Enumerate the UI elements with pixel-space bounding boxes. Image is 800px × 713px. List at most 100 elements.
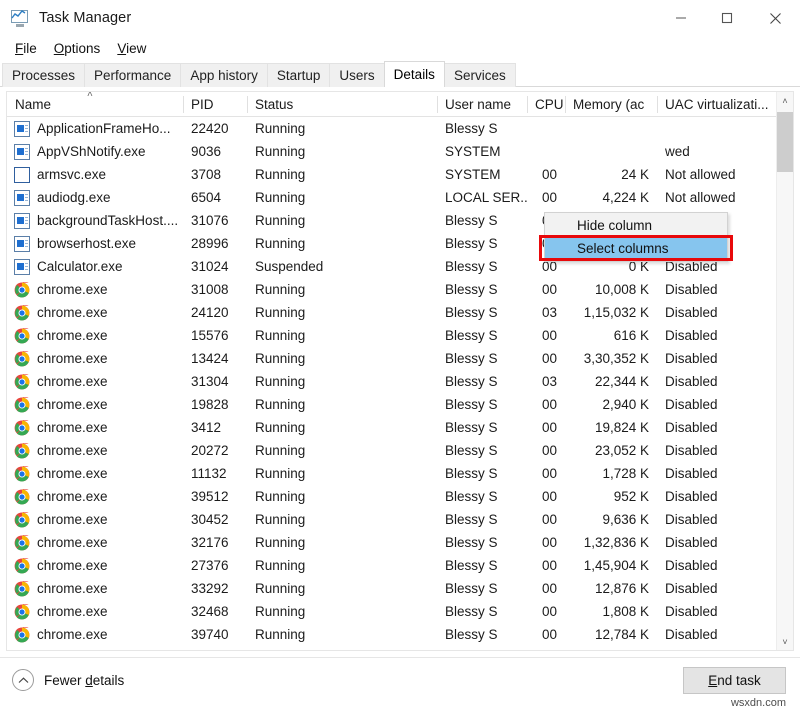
table-row[interactable]: chrome.exe32468RunningBlessy S001,808 KD…	[7, 600, 793, 623]
cell-cpu: 00	[527, 531, 565, 554]
process-name: chrome.exe	[37, 485, 108, 508]
cell-user: Blessy S	[437, 324, 527, 347]
process-name: chrome.exe	[37, 600, 108, 623]
cell-uac: Not allowed	[657, 163, 776, 186]
column-header-pid[interactable]: PID	[183, 92, 247, 117]
table-row[interactable]: chrome.exe30452RunningBlessy S009,636 KD…	[7, 508, 793, 531]
cell-pid: 32468	[183, 600, 247, 623]
chrome-icon	[14, 535, 30, 551]
cell-pid: 30452	[183, 508, 247, 531]
table-row[interactable]: chrome.exe20272RunningBlessy S0023,052 K…	[7, 439, 793, 462]
menu-file[interactable]: File	[8, 39, 45, 58]
scroll-up-arrow-icon[interactable]: ˄	[777, 92, 793, 109]
close-button[interactable]	[750, 0, 800, 36]
cell-name: chrome.exe	[7, 301, 183, 324]
table-row[interactable]: chrome.exe31304RunningBlessy S0322,344 K…	[7, 370, 793, 393]
cell-memory: 23,052 K	[565, 439, 657, 462]
tab-strip: Processes Performance App historyStartupUs…	[0, 60, 800, 87]
cell-cpu: 00	[527, 462, 565, 485]
process-name: chrome.exe	[37, 278, 108, 301]
column-header-user-name[interactable]: User name	[437, 92, 527, 117]
cell-uac: Disabled	[657, 508, 776, 531]
blank-icon	[14, 167, 30, 183]
cell-name: chrome.exe	[7, 439, 183, 462]
table-row[interactable]: chrome.exe19828RunningBlessy S002,940 KD…	[7, 393, 793, 416]
cell-status: Running	[247, 623, 437, 646]
tab-label: Performance	[94, 68, 171, 83]
cell-memory: 24 K	[565, 163, 657, 186]
tab-performance[interactable]: Performance	[84, 63, 181, 87]
fewer-details-button[interactable]: Fewer details	[12, 669, 124, 691]
window-icon	[14, 236, 30, 252]
cell-name: chrome.exe	[7, 393, 183, 416]
table-row[interactable]: chrome.exe3412RunningBlessy S0019,824 KD…	[7, 416, 793, 439]
menu-view[interactable]: View	[110, 39, 154, 58]
table-row[interactable]: armsvc.exe3708RunningSYSTEM0024 KNot all…	[7, 163, 793, 186]
cell-user: SYSTEM	[437, 140, 527, 163]
table-row[interactable]: AppVShNotify.exe9036RunningSYSTEMwed	[7, 140, 793, 163]
column-header-memory[interactable]: Memory (ac	[565, 92, 657, 117]
tab-startup[interactable]: Startup	[267, 63, 331, 87]
chrome-icon	[14, 581, 30, 597]
maximize-button[interactable]	[704, 0, 750, 36]
cell-user: Blessy S	[437, 600, 527, 623]
column-header-name-label: Name	[15, 97, 51, 112]
scrollbar-thumb[interactable]	[777, 112, 793, 172]
task-manager-window: Task Manager File Options View Processes…	[0, 0, 800, 713]
cell-pid: 20272	[183, 439, 247, 462]
cell-cpu: 00	[527, 554, 565, 577]
process-name: audiodg.exe	[37, 186, 111, 209]
table-row[interactable]: chrome.exe31008RunningBlessy S0010,008 K…	[7, 278, 793, 301]
process-name: chrome.exe	[37, 370, 108, 393]
table-row[interactable]: chrome.exe15576RunningBlessy S00616 KDis…	[7, 324, 793, 347]
table-row[interactable]: chrome.exe33292RunningBlessy S0012,876 K…	[7, 577, 793, 600]
minimize-button[interactable]	[658, 0, 704, 36]
table-row[interactable]: chrome.exe32176RunningBlessy S001,32,836…	[7, 531, 793, 554]
vertical-scrollbar[interactable]: ˄ ˅	[776, 92, 793, 650]
cell-pid: 19828	[183, 393, 247, 416]
cell-uac: Disabled	[657, 623, 776, 646]
cell-status: Running	[247, 370, 437, 393]
table-row[interactable]: chrome.exe24120RunningBlessy S031,15,032…	[7, 301, 793, 324]
cell-user: Blessy S	[437, 531, 527, 554]
process-name: chrome.exe	[37, 554, 108, 577]
table-row[interactable]: chrome.exe11132RunningBlessy S001,728 KD…	[7, 462, 793, 485]
column-header-cpu[interactable]: CPU	[527, 92, 565, 117]
window-icon	[14, 121, 30, 137]
scroll-down-arrow-icon[interactable]: ˅	[777, 633, 793, 650]
table-row[interactable]: ApplicationFrameHo...22420RunningBlessy …	[7, 117, 793, 140]
column-header-name[interactable]: Name ˄	[7, 92, 183, 117]
chrome-icon	[14, 466, 30, 482]
cell-memory: 12,876 K	[565, 577, 657, 600]
table-row[interactable]: chrome.exe13424RunningBlessy S003,30,352…	[7, 347, 793, 370]
cell-status: Running	[247, 117, 437, 140]
table-row[interactable]: chrome.exe27376RunningBlessy S001,45,904…	[7, 554, 793, 577]
column-header-status[interactable]: Status	[247, 92, 437, 117]
cell-user: Blessy S	[437, 508, 527, 531]
cell-uac: Disabled	[657, 416, 776, 439]
column-header-uac-virtualization[interactable]: UAC virtualizati...	[657, 92, 776, 117]
cell-user: Blessy S	[437, 209, 527, 232]
tab-details[interactable]: Details	[384, 61, 445, 87]
tab-users[interactable]: Users	[329, 63, 384, 87]
end-task-button[interactable]: End task	[683, 667, 786, 694]
tab-services[interactable]: Services	[444, 63, 516, 87]
menu-options[interactable]: Options	[47, 39, 109, 58]
cell-pid: 27376	[183, 554, 247, 577]
table-row[interactable]: audiodg.exe6504RunningLOCAL SER...004,22…	[7, 186, 793, 209]
table-row[interactable]: chrome.exe39740RunningBlessy S0012,784 K…	[7, 623, 793, 646]
tab-processes[interactable]: Processes	[2, 63, 85, 87]
cell-user: Blessy S	[437, 462, 527, 485]
cell-memory: 1,45,904 K	[565, 554, 657, 577]
window-icon	[14, 213, 30, 229]
cell-uac: Not allowed	[657, 186, 776, 209]
context-menu-item-select-columns[interactable]: Select columns	[545, 237, 727, 260]
cell-name: armsvc.exe	[7, 163, 183, 186]
cell-uac: Disabled	[657, 301, 776, 324]
cell-pid: 39512	[183, 485, 247, 508]
context-menu-item-hide-column[interactable]: Hide column	[545, 214, 727, 237]
process-name: backgroundTaskHost....	[37, 209, 178, 232]
table-row[interactable]: chrome.exe39512RunningBlessy S00952 KDis…	[7, 485, 793, 508]
cell-pid: 32176	[183, 531, 247, 554]
tab-app-history[interactable]: App history	[180, 63, 268, 87]
